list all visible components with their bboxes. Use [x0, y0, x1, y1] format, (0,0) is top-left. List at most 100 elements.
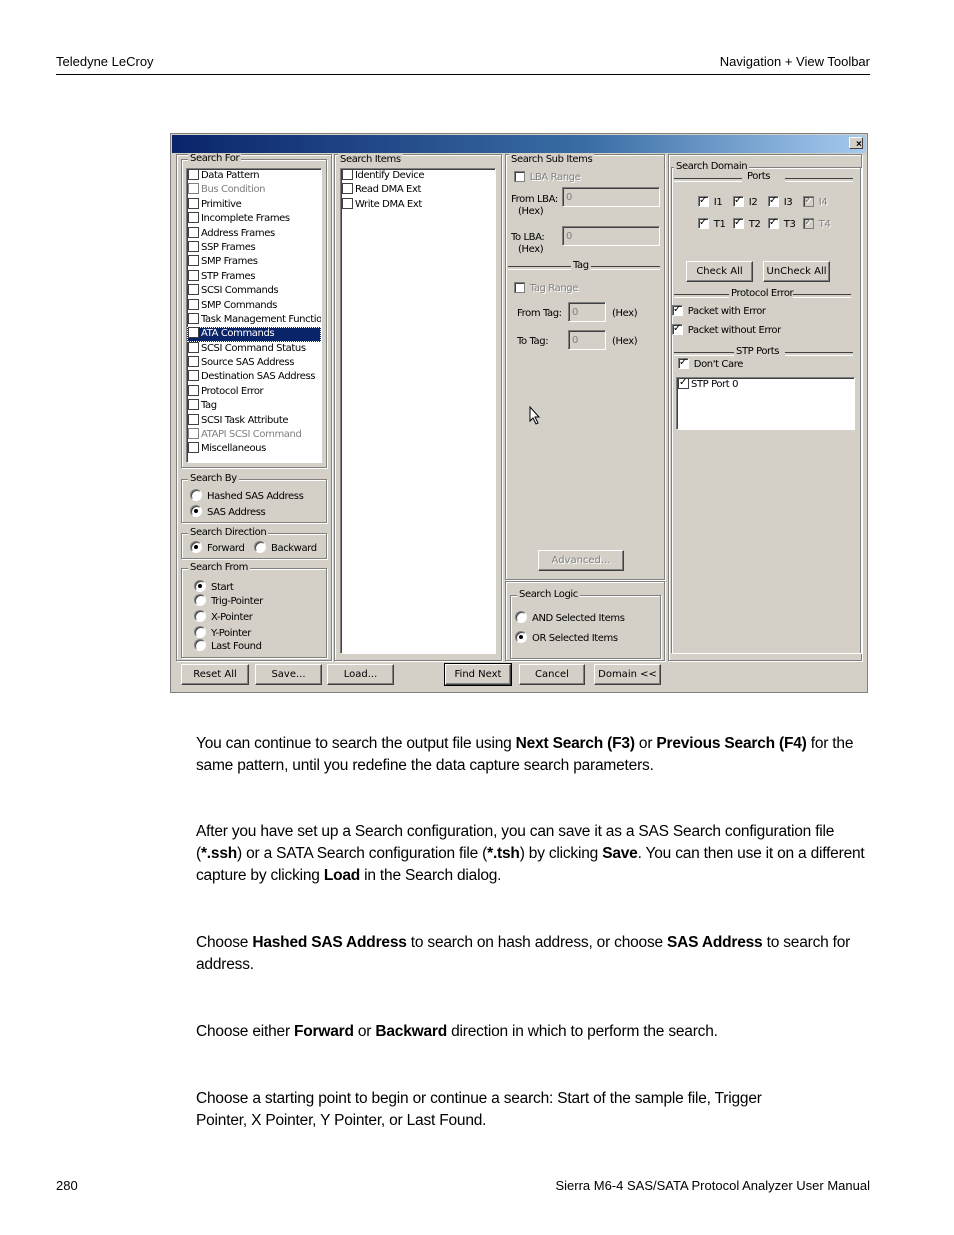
- list-item[interactable]: Identify Device: [341, 169, 495, 183]
- radio-icon: [194, 639, 206, 651]
- packet-without-error-checkbox[interactable]: Packet without Error: [672, 322, 781, 337]
- to-lba-input[interactable]: [562, 226, 660, 246]
- port-checkbox-i4[interactable]: I4: [803, 194, 828, 209]
- cancel-button[interactable]: Cancel: [519, 664, 585, 685]
- list-item[interactable]: Data Pattern: [187, 169, 321, 183]
- uncheck-all-button[interactable]: UnCheck All: [763, 261, 830, 282]
- list-item-label: Miscellaneous: [201, 443, 266, 455]
- port-checkbox-i3[interactable]: I3: [768, 194, 793, 209]
- text-run: to search on hash address, or choose: [406, 934, 668, 951]
- radio-start[interactable]: Start: [194, 580, 234, 594]
- radio-icon: [194, 610, 206, 622]
- list-item[interactable]: SMP Commands: [187, 298, 321, 313]
- radio-selected-icon: [190, 505, 202, 517]
- list-item[interactable]: Miscellaneous: [187, 442, 321, 456]
- list-item-label: Source SAS Address: [201, 357, 295, 369]
- list-item[interactable]: Write DMA Ext: [341, 197, 495, 212]
- find-next-button[interactable]: Find Next: [444, 663, 512, 686]
- list-item[interactable]: SCSI Task Attribute: [187, 413, 321, 428]
- list-item-label: STP Frames: [201, 270, 256, 282]
- list-item[interactable]: Task Management Functions: [187, 312, 321, 327]
- list-item[interactable]: Incomplete Frames: [187, 212, 321, 226]
- load-button[interactable]: Load...: [327, 664, 394, 685]
- port-checkbox-i1[interactable]: I1: [698, 194, 723, 209]
- checkbox-icon: [342, 169, 353, 180]
- close-button[interactable]: ×: [849, 137, 863, 150]
- radio-backward[interactable]: Backward: [254, 541, 317, 555]
- advanced-button[interactable]: Advanced...: [538, 550, 624, 571]
- list-item[interactable]: SCSI Command Status: [187, 341, 321, 356]
- list-item[interactable]: SSP Frames: [187, 240, 321, 255]
- list-item[interactable]: SCSI Commands: [187, 284, 321, 298]
- port-label: I4: [816, 197, 828, 208]
- packet-with-error-checkbox[interactable]: Packet with Error: [672, 303, 766, 318]
- radio-y-pointer[interactable]: Y-Pointer: [194, 626, 251, 640]
- list-item[interactable]: SMP Frames: [187, 255, 321, 269]
- port-checkbox-t2[interactable]: T2: [733, 216, 761, 231]
- list-item[interactable]: ATA Commands: [187, 327, 321, 342]
- protocol-error-label: Protocol Error: [729, 288, 796, 300]
- radio-hashed-sas-address[interactable]: Hashed SAS Address: [190, 489, 304, 503]
- bold-term: Backward: [375, 1023, 448, 1040]
- search-for-list[interactable]: Data Pattern Bus Condition Primitive Incomp…: [186, 168, 322, 463]
- list-item-label: Read DMA Ext: [355, 184, 422, 196]
- radio-x-pointer[interactable]: X-Pointer: [194, 610, 253, 624]
- list-item[interactable]: Read DMA Ext: [341, 183, 495, 197]
- reset-all-button[interactable]: Reset All: [181, 664, 249, 685]
- port-checkbox-t3[interactable]: T3: [768, 216, 796, 231]
- radio-or-selected-items[interactable]: OR Selected Items: [515, 631, 618, 645]
- text-run: or: [634, 735, 657, 752]
- port-checkbox-t1[interactable]: T1: [698, 216, 726, 231]
- to-tag-input[interactable]: [568, 330, 606, 350]
- lba-range-checkbox[interactable]: LBA Range: [514, 171, 581, 184]
- radio-selected-icon: [190, 541, 202, 553]
- port-label: I1: [711, 197, 723, 208]
- dont-care-checkbox[interactable]: Don't Care: [678, 356, 743, 371]
- radio-trig-pointer[interactable]: Trig-Pointer: [194, 594, 263, 608]
- radio-label: Last Found: [211, 641, 262, 652]
- page-header-left: Teledyne LeCroy: [56, 54, 154, 69]
- checkbox-icon: [188, 370, 199, 382]
- list-item[interactable]: Primitive: [187, 197, 321, 212]
- list-item[interactable]: STP Port 0: [677, 378, 854, 392]
- search-items-list[interactable]: Identify Device Read DMA Ext Write DMA Ext: [340, 168, 496, 654]
- checkbox-icon: [188, 428, 199, 440]
- list-item[interactable]: Address Frames: [187, 226, 321, 241]
- port-checkbox-t4[interactable]: T4: [803, 216, 831, 231]
- domain-button[interactable]: Domain <<: [594, 664, 661, 685]
- port-checkbox-i2[interactable]: I2: [733, 194, 758, 209]
- protocol-error-separator-left: [674, 294, 729, 298]
- list-item[interactable]: Destination SAS Address: [187, 370, 321, 384]
- checkbox-icon: [188, 197, 199, 209]
- list-item[interactable]: Protocol Error: [187, 384, 321, 399]
- radio-sas-address[interactable]: SAS Address: [190, 505, 266, 519]
- radio-label: OR Selected Items: [532, 633, 618, 644]
- from-tag-input[interactable]: [568, 302, 606, 322]
- check-all-button[interactable]: Check All: [686, 261, 753, 282]
- search-by-label: Search By: [188, 473, 239, 485]
- tag-range-checkbox[interactable]: Tag Range: [514, 282, 578, 295]
- bold-term: *.tsh: [487, 845, 520, 862]
- port-label: T2: [746, 219, 761, 230]
- manual-title: Sierra M6-4 SAS/SATA Protocol Analyzer U…: [555, 1178, 870, 1193]
- stp-ports-list[interactable]: STP Port 0: [676, 377, 855, 430]
- radio-icon: [194, 626, 206, 638]
- dialog-titlebar[interactable]: ×: [172, 135, 866, 153]
- radio-last-found[interactable]: Last Found: [194, 639, 262, 653]
- radio-forward[interactable]: Forward: [190, 541, 245, 555]
- list-item[interactable]: Source SAS Address: [187, 356, 321, 370]
- list-item[interactable]: STP Frames: [187, 269, 321, 284]
- list-item[interactable]: ATAPI SCSI Command: [187, 428, 321, 442]
- list-item-label: STP Port 0: [691, 379, 739, 390]
- save-button[interactable]: Save...: [255, 664, 322, 685]
- port-label: I2: [746, 197, 758, 208]
- list-item[interactable]: Bus Condition: [187, 183, 321, 197]
- list-item-label: Identify Device: [355, 170, 425, 181]
- stp-ports-separator-right: [785, 352, 853, 356]
- checkbox-checked-icon: [672, 322, 683, 335]
- radio-and-selected-items[interactable]: AND Selected Items: [515, 611, 625, 625]
- list-item[interactable]: Tag: [187, 399, 321, 413]
- checkbox-checked-icon: [768, 194, 779, 207]
- from-lba-input[interactable]: [562, 187, 660, 207]
- search-items-label: Search Items: [338, 154, 403, 166]
